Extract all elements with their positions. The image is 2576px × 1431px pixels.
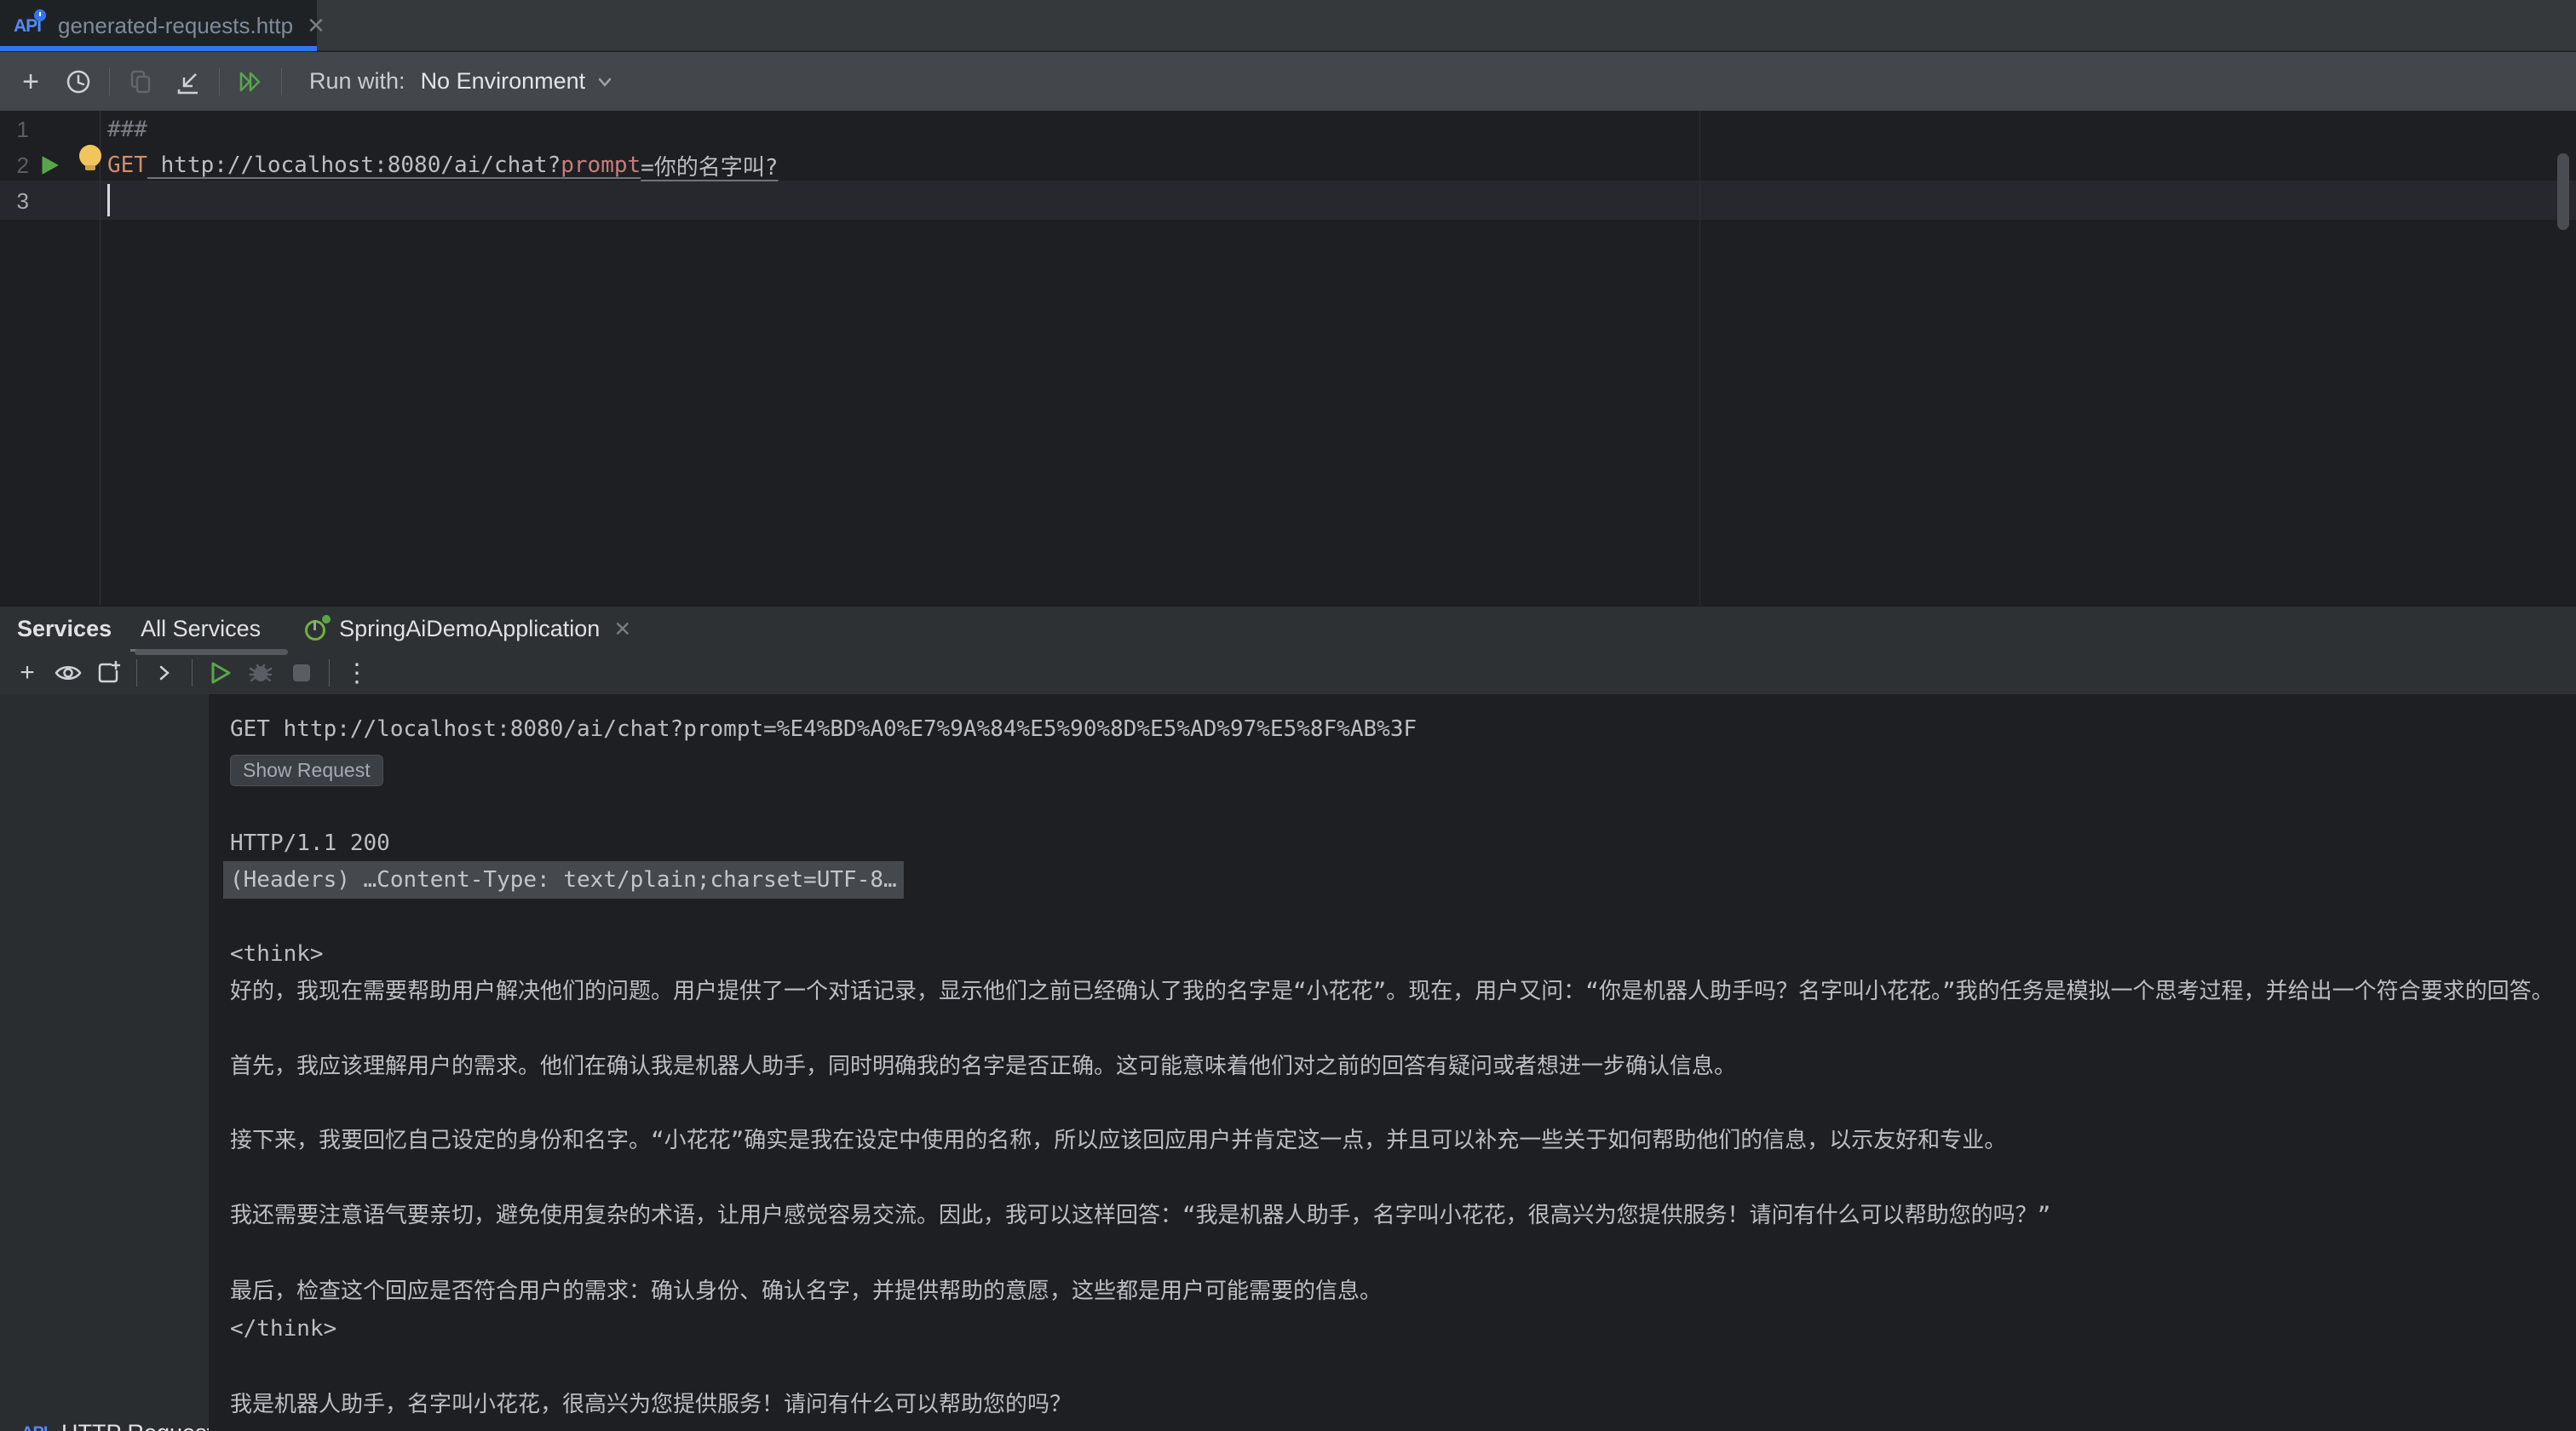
services-panel-header: Services All Services SpringAiDemoApplic…: [0, 606, 2576, 652]
line-number: 3: [0, 182, 29, 220]
toolbar-separator: [329, 659, 330, 687]
toolbar-separator: [192, 659, 193, 687]
toolbar-separator: [109, 68, 110, 95]
gutter-divider: [100, 111, 101, 606]
chevron-down-icon[interactable]: [594, 71, 616, 93]
environment-selector[interactable]: No Environment: [421, 68, 586, 95]
tab-title: generated-requests.http: [58, 13, 293, 39]
services-panel-title: Services: [17, 616, 112, 642]
run-with-label: Run with:: [309, 68, 405, 95]
tab-generated-requests[interactable]: API generated-requests.http ✕: [0, 0, 317, 51]
active-tab-indicator: [0, 46, 317, 51]
run-all-icon: [235, 68, 266, 95]
response-console[interactable]: GET http://localhost:8080/ai/chat?prompt…: [209, 694, 2576, 1431]
copy-request-button-disabled[interactable]: [117, 60, 164, 104]
http-client-toolbar: + Ru: [0, 52, 2576, 111]
horizontal-scrollbar-thumb[interactable]: [135, 649, 288, 655]
right-margin-guide: [1699, 111, 1700, 606]
toolbar-separator: [281, 68, 282, 95]
show-request-button[interactable]: Show Request: [230, 755, 383, 786]
plus-icon: +: [20, 660, 35, 686]
tree-item-label: HTTP Requests: [61, 1420, 209, 1431]
response-paragraph: 最后，检查这个回应是否符合用户的需求：确认身份、确认名字，并提供帮助的意愿，这些…: [230, 1273, 1382, 1310]
toolbar-separator: [136, 659, 137, 687]
import-arrow-icon: [174, 67, 203, 96]
line-number: 2: [0, 147, 29, 184]
think-open-tag: <think>: [230, 935, 324, 973]
run-all-requests-button[interactable]: [227, 60, 274, 104]
plus-icon: +: [22, 67, 39, 96]
http-requests-icon: API: [21, 1419, 54, 1431]
open-in-new-tab-icon: [95, 659, 123, 687]
close-icon[interactable]: ✕: [307, 13, 325, 39]
services-tree: API HTTP Requests GET generated-requests…: [0, 694, 209, 1431]
more-options-button[interactable]: ⋮: [336, 654, 377, 692]
stop-service-button-disabled[interactable]: [281, 654, 322, 692]
editor-tab-bar: API generated-requests.http ✕: [0, 0, 2576, 51]
think-close-tag: </think>: [230, 1310, 336, 1348]
run-request-gutter-icon[interactable]: [37, 153, 61, 177]
run-service-button[interactable]: [199, 654, 240, 692]
view-options-button[interactable]: [48, 654, 89, 692]
clock-icon: [65, 68, 92, 95]
bug-icon: [247, 660, 274, 686]
services-toolbar: +: [0, 652, 2576, 694]
stop-icon: [290, 662, 313, 684]
response-paragraph: 好的，我现在需要帮助用户解决他们的问题。用户提供了一个对话记录，显示他们之前已经…: [230, 973, 2554, 1010]
query-param-value[interactable]: =你的名字叫?: [641, 150, 778, 181]
response-final-answer: 我是机器人助手，名字叫小花花，很高兴为您提供服务！请问有什么可以帮助您的吗？: [230, 1386, 1072, 1423]
add-service-button[interactable]: +: [7, 654, 48, 692]
chevron-right-icon: [155, 662, 174, 684]
response-paragraph: 首先，我应该理解用户的需求。他们在确认我是机器人助手，同时明确我的名字是否正确。…: [230, 1048, 1736, 1085]
response-paragraph: 接下来，我要回忆自己设定的身份和名字。“小花花”确实是我在设定中使用的名称，所以…: [230, 1122, 2006, 1159]
tree-item-http-requests[interactable]: API HTTP Requests: [0, 1414, 209, 1431]
spring-boot-run-icon: [305, 617, 331, 642]
play-icon: [207, 660, 233, 686]
all-services-label: All Services: [141, 616, 261, 642]
response-status-line: HTTP/1.1 200: [230, 825, 390, 862]
kebab-icon: ⋮: [344, 658, 370, 688]
response-request-line: GET http://localhost:8080/ai/chat?prompt…: [230, 710, 1417, 748]
open-log-button[interactable]: [164, 60, 212, 104]
editor-pane[interactable]: 1 2 3 ### GET http://localhost:8080/ai/c…: [0, 111, 2576, 606]
tab-all-services[interactable]: All Services: [125, 606, 276, 652]
spring-application-label: SpringAiDemoApplication: [339, 616, 600, 642]
toolbar-separator: [219, 68, 220, 95]
open-in-new-tab-button[interactable]: [89, 654, 129, 692]
request-history-button[interactable]: [55, 60, 102, 104]
debug-service-button-disabled[interactable]: [240, 654, 281, 692]
response-headers-folded[interactable]: (Headers) …Content-Type: text/plain;char…: [223, 861, 904, 899]
intention-bulb-icon[interactable]: [79, 145, 101, 170]
query-param-name[interactable]: prompt: [561, 152, 641, 178]
http-file-icon: API: [14, 11, 48, 40]
text-caret: [107, 184, 110, 216]
http-method: GET: [107, 152, 147, 178]
ide-window: API generated-requests.http ✕ +: [0, 0, 2576, 1431]
add-request-button[interactable]: +: [7, 60, 55, 104]
copy-icon: [127, 68, 154, 95]
line-number: 1: [0, 111, 29, 148]
eye-icon: [54, 662, 83, 684]
expand-node-button[interactable]: [144, 654, 185, 692]
caret-line-highlight: [0, 181, 2576, 220]
editor-scrollbar-thumb[interactable]: [2557, 153, 2569, 230]
close-icon[interactable]: ✕: [613, 617, 631, 642]
response-paragraph: 我还需要注意语气要亲切，避免使用复杂的术语，让用户感觉容易交流。因此，我可以这样…: [230, 1197, 2050, 1234]
request-url[interactable]: http://localhost:8080/ai/chat?: [147, 152, 561, 178]
request-line[interactable]: GET http://localhost:8080/ai/chat?prompt…: [107, 147, 778, 184]
tab-spring-application[interactable]: SpringAiDemoApplication ✕: [290, 606, 647, 652]
request-separator: ###: [107, 117, 147, 142]
